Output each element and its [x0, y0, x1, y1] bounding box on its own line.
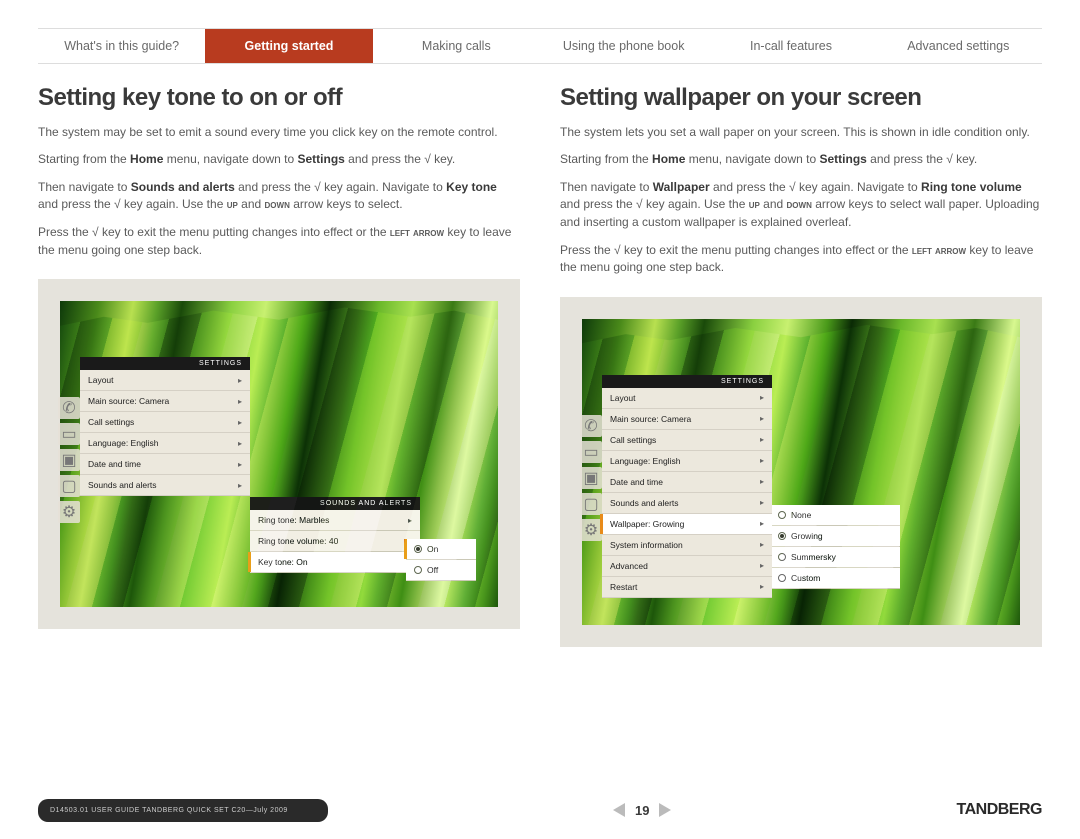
menu-layout[interactable]: Layout▸	[80, 370, 250, 391]
camera-icon: ▣	[58, 449, 80, 471]
footer: D14503.01 USER GUIDE TANDBERG QUICK SET …	[38, 791, 1042, 829]
menu-language[interactable]: Language: English▸	[602, 451, 772, 472]
radio-icon	[778, 553, 786, 561]
left-sounds-submenu: SOUNDS AND ALERTS Ring tone: Marbles▸ Ri…	[250, 497, 420, 573]
menu-sounds-alerts[interactable]: Sounds and alerts▸	[602, 493, 772, 514]
opt-on[interactable]: On	[406, 539, 476, 560]
menu-restart[interactable]: Restart▸	[602, 577, 772, 598]
nav-advanced[interactable]: Advanced settings	[875, 29, 1042, 63]
left-p3: Then navigate to Sounds and alerts and p…	[38, 179, 520, 214]
menu-language[interactable]: Language: English▸	[80, 433, 250, 454]
nav-whats-in-guide[interactable]: What's in this guide?	[38, 29, 205, 63]
left-settings-menu: SETTINGS Layout▸ Main source: Camera▸ Ca…	[80, 357, 250, 496]
nav-phone-book[interactable]: Using the phone book	[540, 29, 707, 63]
menu-sounds-alerts[interactable]: Sounds and alerts▸	[80, 475, 250, 496]
settings-icon: ⚙	[580, 519, 602, 541]
opt-none[interactable]: None	[770, 505, 900, 526]
sub-ringtone[interactable]: Ring tone: Marbles▸	[250, 510, 420, 531]
radio-icon	[414, 566, 422, 574]
menu-date-time[interactable]: Date and time▸	[80, 454, 250, 475]
doc-id: D14503.01 USER GUIDE TANDBERG QUICK SET …	[38, 799, 328, 822]
left-screenshot: ✆ ▭ ▣ ▢ ⚙ SETTINGS Layout▸ Main source: …	[38, 279, 520, 629]
book-icon: ▭	[580, 441, 602, 463]
menu-sysinfo[interactable]: System information▸	[602, 535, 772, 556]
opt-growing[interactable]: Growing	[770, 526, 900, 547]
opt-off[interactable]: Off	[406, 560, 476, 581]
right-screenshot: ✆ ▭ ▣ ▢ ⚙ SETTINGS Layout▸ Main source: …	[560, 297, 1042, 647]
top-nav: What's in this guide? Getting started Ma…	[38, 28, 1042, 64]
menu-wallpaper[interactable]: Wallpaper: Growing▸	[602, 514, 772, 535]
left-title: Setting key tone to on or off	[38, 84, 520, 112]
page-number: 19	[635, 803, 649, 818]
radio-icon	[778, 574, 786, 582]
nav-getting-started[interactable]: Getting started	[205, 29, 372, 63]
right-title: Setting wallpaper on your screen	[560, 84, 1042, 112]
pager: 19	[613, 803, 671, 818]
menu-call-settings[interactable]: Call settings▸	[602, 430, 772, 451]
display-icon: ▢	[58, 475, 80, 497]
prev-page-icon[interactable]	[613, 803, 625, 817]
nav-making-calls[interactable]: Making calls	[373, 29, 540, 63]
radio-icon	[778, 532, 786, 540]
brand-logo: TANDBERG	[957, 801, 1042, 819]
radio-icon	[778, 511, 786, 519]
camera-icon: ▣	[580, 467, 602, 489]
left-iconbar: ✆ ▭ ▣ ▢ ⚙	[58, 397, 80, 523]
menu-main-source[interactable]: Main source: Camera▸	[80, 391, 250, 412]
opt-summersky[interactable]: Summersky	[770, 547, 900, 568]
nav-in-call[interactable]: In-call features	[707, 29, 874, 63]
sub-keytone[interactable]: Key tone: On▸	[250, 552, 420, 573]
submenu-header: SOUNDS AND ALERTS	[250, 497, 420, 510]
menu-header: SETTINGS	[602, 375, 772, 388]
right-p4: Press the √ key to exit the menu putting…	[560, 242, 1042, 277]
opt-custom[interactable]: Custom	[770, 568, 900, 589]
book-icon: ▭	[58, 423, 80, 445]
sub-ringvolume[interactable]: Ring tone volume: 40▸	[250, 531, 420, 552]
phone-icon: ✆	[580, 415, 602, 437]
radio-icon	[414, 545, 422, 553]
menu-main-source[interactable]: Main source: Camera▸	[602, 409, 772, 430]
right-p3: Then navigate to Wallpaper and press the…	[560, 179, 1042, 232]
menu-call-settings[interactable]: Call settings▸	[80, 412, 250, 433]
right-settings-menu: SETTINGS Layout▸ Main source: Camera▸ Ca…	[602, 375, 772, 598]
right-wallpaper-options: None Growing Summersky Custom	[770, 505, 900, 589]
left-p4: Press the √ key to exit the menu putting…	[38, 224, 520, 259]
right-iconbar: ✆ ▭ ▣ ▢ ⚙	[580, 415, 602, 541]
right-p1: The system lets you set a wall paper on …	[560, 124, 1042, 141]
right-column: Setting wallpaper on your screen The sys…	[560, 84, 1042, 647]
next-page-icon[interactable]	[659, 803, 671, 817]
left-column: Setting key tone to on or off The system…	[38, 84, 520, 647]
menu-advanced[interactable]: Advanced▸	[602, 556, 772, 577]
display-icon: ▢	[580, 493, 602, 515]
left-p1: The system may be set to emit a sound ev…	[38, 124, 520, 141]
left-p2: Starting from the Home menu, navigate do…	[38, 151, 520, 168]
right-p2: Starting from the Home menu, navigate do…	[560, 151, 1042, 168]
menu-layout[interactable]: Layout▸	[602, 388, 772, 409]
settings-icon: ⚙	[58, 501, 80, 523]
menu-header: SETTINGS	[80, 357, 250, 370]
phone-icon: ✆	[58, 397, 80, 419]
left-keytone-options: On Off	[406, 539, 476, 581]
menu-date-time[interactable]: Date and time▸	[602, 472, 772, 493]
